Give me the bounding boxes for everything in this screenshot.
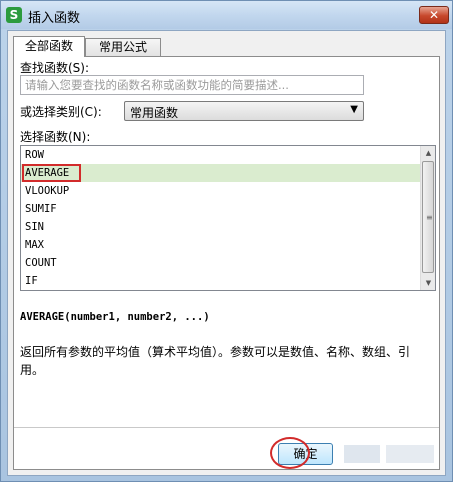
- tab-panel: 查找函数(S): 请输入您要查找的函数名称或函数功能的简要描述... 或选择类别…: [13, 56, 440, 470]
- function-description: 返回所有参数的平均值（算术平均值）。参数可以是数值、名称、数组、引用。: [20, 345, 411, 377]
- list-item-count[interactable]: COUNT: [21, 254, 421, 272]
- blurred-region: [344, 445, 380, 463]
- category-select[interactable]: 常用函数 ▼: [124, 101, 364, 121]
- list-item-row[interactable]: ROW: [21, 146, 421, 164]
- list-item-sin[interactable]: SIN: [21, 218, 421, 236]
- app-icon: S: [6, 7, 22, 23]
- scrollbar-thumb[interactable]: ≡: [422, 161, 434, 273]
- dialog-title: 插入函数: [28, 11, 81, 26]
- function-syntax: AVERAGE(number1, number2, ...): [20, 311, 210, 323]
- function-listbox[interactable]: ROW AVERAGE VLOOKUP SUMIF SIN MAX COUNT …: [20, 145, 436, 291]
- search-label: 查找函数(S):: [20, 61, 90, 75]
- list-item-sumif[interactable]: SUMIF: [21, 200, 421, 218]
- annotation-circle: [270, 437, 310, 469]
- list-item-max[interactable]: MAX: [21, 236, 421, 254]
- list-scrollbar[interactable]: ▲ ≡ ▼: [420, 146, 435, 290]
- list-item-vlookup[interactable]: VLOOKUP: [21, 182, 421, 200]
- tab-common-formulas[interactable]: 常用公式: [85, 38, 161, 56]
- category-label: 或选择类别(C):: [20, 105, 102, 119]
- insert-function-dialog: S 插入函数 ✕ 全部函数 常用公式 查找函数(S): 请输入您要查找的函数名称…: [0, 0, 453, 482]
- dialog-body: 全部函数 常用公式 查找函数(S): 请输入您要查找的函数名称或函数功能的简要描…: [7, 30, 446, 476]
- function-list-label: 选择函数(N):: [20, 130, 91, 144]
- grip-icon: ≡: [426, 213, 433, 222]
- category-value: 常用函数: [130, 106, 179, 120]
- tab-all-functions[interactable]: 全部函数: [13, 36, 85, 57]
- annotation-highlight-box: [22, 164, 81, 182]
- search-input[interactable]: 请输入您要查找的函数名称或函数功能的简要描述...: [20, 75, 364, 95]
- scroll-down-icon[interactable]: ▼: [421, 276, 435, 290]
- title-bar[interactable]: S 插入函数 ✕: [1, 1, 452, 29]
- list-item-average[interactable]: AVERAGE: [21, 164, 421, 182]
- chevron-down-icon: ▼: [350, 104, 358, 115]
- close-button[interactable]: ✕: [419, 6, 449, 24]
- divider: [14, 427, 439, 428]
- list-item-if[interactable]: IF: [21, 272, 421, 290]
- scroll-up-icon[interactable]: ▲: [421, 146, 435, 160]
- blurred-region: [386, 445, 434, 463]
